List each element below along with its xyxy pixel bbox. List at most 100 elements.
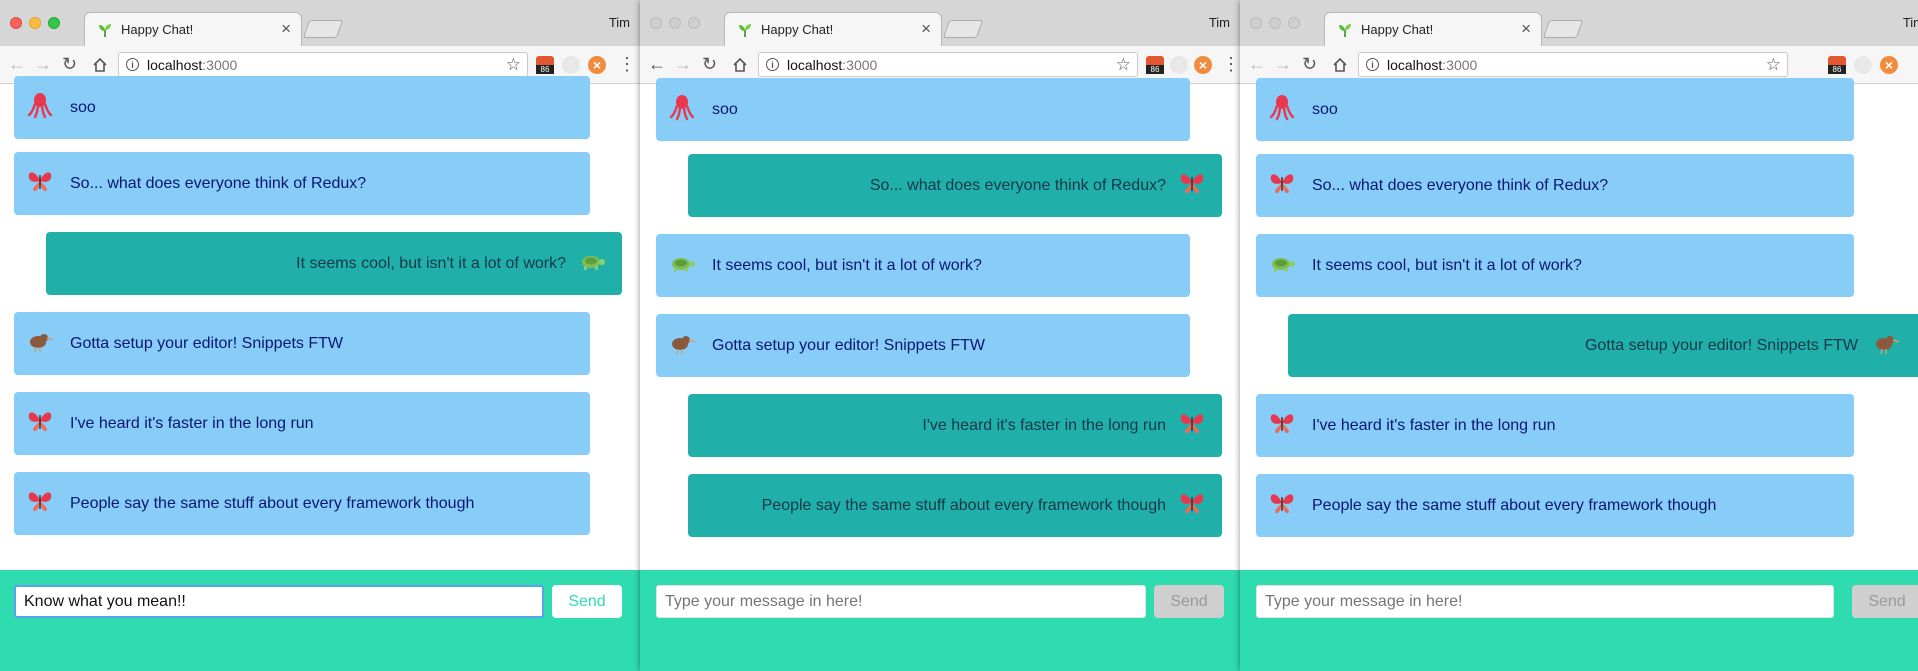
message-bubble: So... what does everyone think of Redux?: [1256, 154, 1854, 217]
info-icon[interactable]: i: [126, 58, 139, 71]
message-bubble: soo: [656, 78, 1190, 141]
butterfly-icon: [1180, 174, 1204, 194]
profile-name[interactable]: Tim: [1903, 15, 1918, 30]
butterfly-icon: [28, 172, 52, 192]
bookmark-star-icon[interactable]: ☆: [506, 55, 521, 75]
info-icon[interactable]: i: [766, 58, 779, 71]
close-tab-icon[interactable]: ×: [1521, 19, 1531, 39]
address-bar[interactable]: i localhost:3000 ☆: [1358, 52, 1788, 77]
back-icon[interactable]: ←: [648, 54, 666, 74]
turtle-icon: [1272, 258, 1295, 272]
maximize-window-button[interactable]: [688, 17, 700, 29]
orange-extension-icon[interactable]: [588, 56, 606, 74]
calendar-extension-icon[interactable]: [1146, 56, 1164, 74]
send-button[interactable]: Send: [1154, 585, 1224, 618]
new-tab-button[interactable]: [942, 20, 984, 38]
browser-menu-icon[interactable]: ⋮: [1222, 54, 1240, 74]
tab-happy-chat[interactable]: Happy Chat! ×: [724, 12, 942, 47]
bookmark-star-icon[interactable]: ☆: [1116, 55, 1131, 75]
message-text: So... what does everyone think of Redux?: [869, 176, 1166, 194]
address-bar[interactable]: i localhost:3000 ☆: [118, 52, 528, 77]
tab-happy-chat[interactable]: Happy Chat! ×: [1324, 12, 1542, 47]
message-text: People say the same stuff about every fr…: [1312, 496, 1717, 514]
butterfly-icon: [1270, 414, 1294, 434]
message-bubble: Gotta setup your editor! Snippets FTW: [14, 312, 590, 375]
turtle-icon: [582, 256, 605, 270]
profile-name[interactable]: Tim: [1209, 15, 1230, 30]
minimize-window-button[interactable]: [669, 17, 681, 29]
ghost-extension-icon[interactable]: [562, 56, 580, 74]
close-tab-icon[interactable]: ×: [921, 19, 931, 39]
browser-window-3: Happy Chat! × Tim ← → ↻ i localhost:3000…: [1240, 0, 1918, 671]
calendar-extension-icon[interactable]: [1828, 56, 1846, 74]
ghost-extension-icon[interactable]: [1170, 56, 1188, 74]
window-controls: [650, 17, 700, 29]
sprout-icon: [739, 24, 751, 37]
minimize-window-button[interactable]: [29, 17, 41, 29]
message-bubble: soo: [1256, 78, 1854, 141]
new-tab-button[interactable]: [1542, 20, 1584, 38]
close-window-button[interactable]: [10, 17, 22, 29]
url-text: localhost:3000: [1387, 57, 1478, 73]
message-bubble: It seems cool, but isn't it a lot of wor…: [1256, 234, 1854, 297]
ghost-extension-icon[interactable]: [1854, 56, 1872, 74]
orange-extension-icon[interactable]: [1194, 56, 1212, 74]
forward-icon[interactable]: →: [34, 54, 52, 74]
turtle-icon: [672, 258, 695, 272]
browser-menu-icon[interactable]: ⋮: [618, 54, 636, 74]
sprout-icon: [1339, 24, 1351, 37]
message-bubble: It seems cool, but isn't it a lot of wor…: [46, 232, 622, 295]
forward-icon[interactable]: →: [674, 54, 692, 74]
tab-strip: Happy Chat! × Tim: [1240, 0, 1918, 47]
tab-title: Happy Chat!: [1361, 22, 1434, 37]
info-icon[interactable]: i: [1366, 58, 1379, 71]
tab-strip: Happy Chat! × Tim: [0, 0, 640, 47]
tab-title: Happy Chat!: [761, 22, 834, 37]
bookmark-star-icon[interactable]: ☆: [1766, 55, 1781, 75]
home-icon[interactable]: [92, 57, 108, 73]
message-text: Gotta setup your editor! Snippets FTW: [70, 334, 344, 352]
close-window-button[interactable]: [1250, 17, 1262, 29]
back-icon[interactable]: ←: [1248, 54, 1266, 74]
minimize-window-button[interactable]: [1269, 17, 1281, 29]
message-input[interactable]: [656, 585, 1146, 618]
reload-icon[interactable]: ↻: [1302, 54, 1317, 74]
close-tab-icon[interactable]: ×: [281, 19, 291, 39]
composer-bar: Send: [640, 570, 1240, 671]
message-text: People say the same stuff about every fr…: [70, 494, 475, 512]
new-tab-button[interactable]: [302, 20, 344, 38]
butterfly-icon: [1270, 494, 1294, 514]
message-input[interactable]: [1256, 585, 1834, 618]
back-icon[interactable]: ←: [8, 54, 26, 74]
butterfly-icon: [1180, 494, 1204, 514]
calendar-extension-icon[interactable]: [536, 56, 554, 74]
reload-icon[interactable]: ↻: [62, 54, 77, 74]
send-button[interactable]: Send: [552, 585, 622, 618]
url-text: localhost:3000: [787, 57, 878, 73]
message-text: So... what does everyone think of Redux?: [70, 174, 367, 192]
message-text: It seems cool, but isn't it a lot of wor…: [1312, 256, 1582, 274]
butterfly-icon: [28, 492, 52, 512]
message-text: Gotta setup your editor! Snippets FTW: [712, 336, 986, 354]
tab-happy-chat[interactable]: Happy Chat! ×: [84, 12, 302, 47]
message-text: soo: [70, 98, 96, 116]
message-bubble: I've heard it's faster in the long run: [14, 392, 590, 455]
browser-window-2: Happy Chat! × Tim ← → ↻ i localhost:3000…: [640, 0, 1240, 671]
forward-icon[interactable]: →: [1274, 54, 1292, 74]
message-bubble: Gotta setup your editor! Snippets FTW: [1288, 314, 1918, 377]
message-input[interactable]: [14, 585, 544, 618]
message-bubble: I've heard it's faster in the long run: [688, 394, 1222, 457]
address-bar[interactable]: i localhost:3000 ☆: [758, 52, 1138, 77]
composer-bar: Send: [0, 570, 640, 671]
reload-icon[interactable]: ↻: [702, 54, 717, 74]
url-text: localhost:3000: [147, 57, 238, 73]
home-icon[interactable]: [732, 57, 748, 73]
orange-extension-icon[interactable]: [1880, 56, 1898, 74]
maximize-window-button[interactable]: [1288, 17, 1300, 29]
send-button[interactable]: Send: [1852, 585, 1918, 618]
home-icon[interactable]: [1332, 57, 1348, 73]
maximize-window-button[interactable]: [48, 17, 60, 29]
profile-name[interactable]: Tim: [609, 15, 630, 30]
close-window-button[interactable]: [650, 17, 662, 29]
message-text: It seems cool, but isn't it a lot of wor…: [712, 256, 982, 274]
